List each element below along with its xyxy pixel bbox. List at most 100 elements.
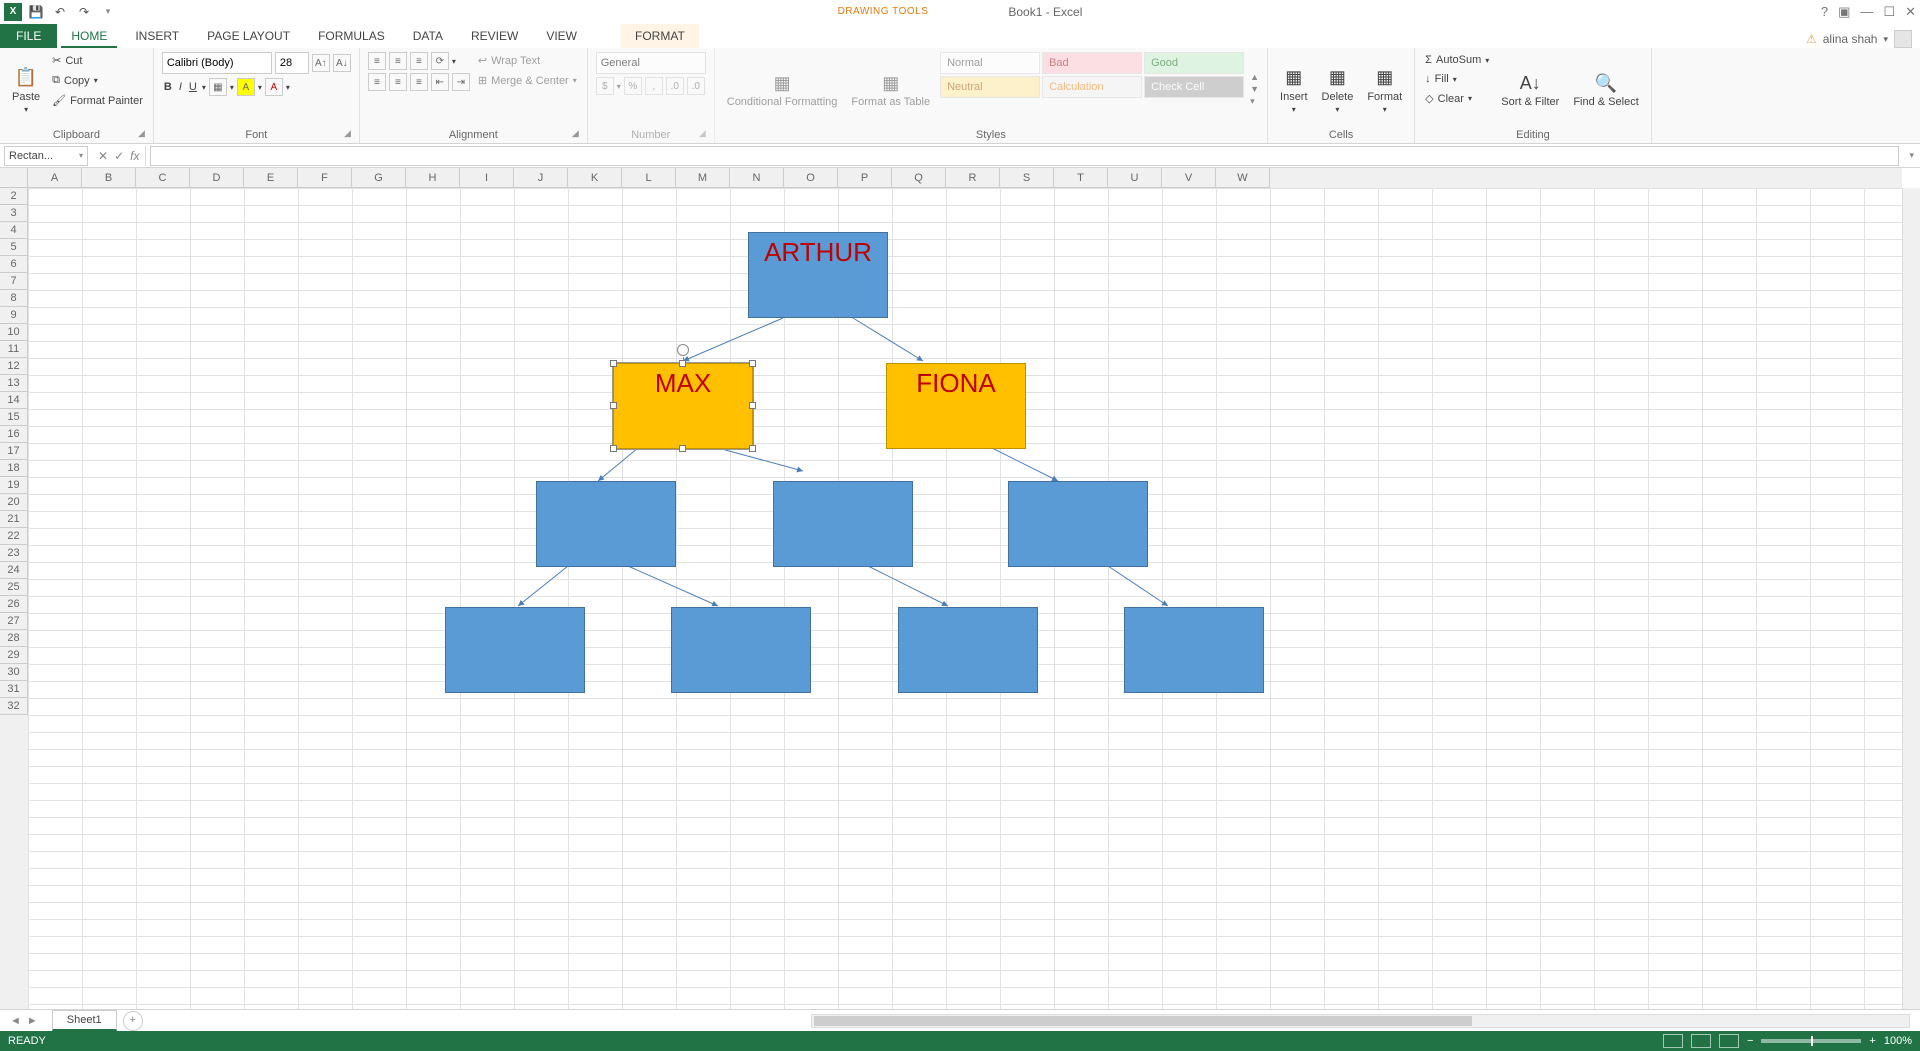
sheet-tab-sheet1[interactable]: Sheet1 xyxy=(52,1010,117,1031)
merge-center-button[interactable]: ⊞Merge & Center▾ xyxy=(476,72,579,89)
row-header-31[interactable]: 31 xyxy=(0,681,28,698)
shape-level3-2[interactable] xyxy=(671,607,811,693)
row-header-6[interactable]: 6 xyxy=(0,256,28,273)
col-header-T[interactable]: T xyxy=(1054,168,1108,188)
row-headers[interactable]: 2345678910111213141516171819202122232425… xyxy=(0,188,28,1009)
italic-button[interactable]: I xyxy=(177,79,184,95)
dialog-launcher-icon[interactable]: ◢ xyxy=(699,128,706,139)
align-bottom-button[interactable]: ≡ xyxy=(410,52,428,70)
row-header-11[interactable]: 11 xyxy=(0,341,28,358)
col-header-M[interactable]: M xyxy=(676,168,730,188)
col-header-F[interactable]: F xyxy=(298,168,352,188)
underline-button[interactable]: U xyxy=(187,79,199,95)
row-header-18[interactable]: 18 xyxy=(0,460,28,477)
row-header-29[interactable]: 29 xyxy=(0,647,28,664)
save-button[interactable]: 💾 xyxy=(26,2,46,22)
undo-button[interactable]: ↶ xyxy=(50,2,70,22)
grow-font-button[interactable]: A↑ xyxy=(312,54,330,72)
shape-level3-1[interactable] xyxy=(445,607,585,693)
qat-customize[interactable]: ▾ xyxy=(98,2,118,22)
orientation-button[interactable]: ⟳ xyxy=(431,52,449,70)
resize-handle-ne[interactable] xyxy=(749,360,756,367)
percent-button[interactable]: % xyxy=(624,77,642,95)
col-header-K[interactable]: K xyxy=(568,168,622,188)
style-check-cell[interactable]: Check Cell xyxy=(1144,76,1244,98)
cells-area[interactable]: ARTHUR MAX FIONA xyxy=(28,188,1902,1009)
shape-level2-3[interactable] xyxy=(1008,481,1148,567)
format-as-table-button[interactable]: ▦ Format as Table xyxy=(847,52,934,127)
tab-format[interactable]: FORMAT xyxy=(621,24,699,48)
delete-cells-button[interactable]: ▦Delete▾ xyxy=(1318,52,1358,127)
autosum-button[interactable]: ΣAutoSum▾ xyxy=(1423,52,1491,68)
fill-button[interactable]: ↓Fill▾ xyxy=(1423,71,1491,87)
fill-color-button[interactable]: A xyxy=(237,78,255,96)
row-header-30[interactable]: 30 xyxy=(0,664,28,681)
tab-formulas[interactable]: FORMULAS xyxy=(304,24,399,48)
wrap-text-button[interactable]: ↩Wrap Text xyxy=(476,52,579,69)
select-all-button[interactable] xyxy=(0,168,28,188)
sheet-nav-next[interactable]: ► xyxy=(27,1015,38,1027)
enter-formula-button[interactable]: ✓ xyxy=(114,149,124,163)
borders-button[interactable]: ▦ xyxy=(209,78,227,96)
style-bad[interactable]: Bad xyxy=(1042,52,1142,74)
dialog-launcher-icon[interactable]: ◢ xyxy=(138,128,145,139)
style-gallery-more[interactable]: ▾ xyxy=(1250,96,1259,107)
align-top-button[interactable]: ≡ xyxy=(368,52,386,70)
resize-handle-sw[interactable] xyxy=(610,445,617,452)
sheet-nav-prev[interactable]: ◄ xyxy=(10,1015,21,1027)
formula-input[interactable] xyxy=(150,146,1899,166)
close-button[interactable]: ✕ xyxy=(1905,4,1916,20)
col-header-C[interactable]: C xyxy=(136,168,190,188)
ribbon-display-button[interactable]: ▣ xyxy=(1838,4,1850,20)
insert-cells-button[interactable]: ▦Insert▾ xyxy=(1276,52,1312,127)
row-header-4[interactable]: 4 xyxy=(0,222,28,239)
increase-decimal-button[interactable]: .0 xyxy=(666,77,684,95)
tab-file[interactable]: FILE xyxy=(0,24,57,48)
expand-formula-bar[interactable]: ▾ xyxy=(1903,150,1920,161)
row-header-9[interactable]: 9 xyxy=(0,307,28,324)
rotation-handle[interactable] xyxy=(677,344,689,356)
conditional-formatting-button[interactable]: ▦ Conditional Formatting xyxy=(723,52,842,127)
font-color-button[interactable]: A xyxy=(265,78,283,96)
col-header-G[interactable]: G xyxy=(352,168,406,188)
zoom-in-button[interactable]: + xyxy=(1869,1035,1875,1047)
row-header-28[interactable]: 28 xyxy=(0,630,28,647)
hscroll-thumb[interactable] xyxy=(814,1016,1472,1026)
col-header-S[interactable]: S xyxy=(1000,168,1054,188)
col-header-P[interactable]: P xyxy=(838,168,892,188)
shape-arthur[interactable]: ARTHUR xyxy=(748,232,888,318)
style-neutral[interactable]: Neutral xyxy=(940,76,1040,98)
increase-indent-button[interactable]: ⇥ xyxy=(452,73,470,91)
format-cells-button[interactable]: ▦Format▾ xyxy=(1363,52,1406,127)
zoom-slider[interactable] xyxy=(1761,1039,1861,1043)
cut-button[interactable]: ✂Cut xyxy=(50,52,145,69)
tab-data[interactable]: DATA xyxy=(399,24,457,48)
resize-handle-n[interactable] xyxy=(679,360,686,367)
col-header-A[interactable]: A xyxy=(28,168,82,188)
row-header-16[interactable]: 16 xyxy=(0,426,28,443)
row-header-32[interactable]: 32 xyxy=(0,698,28,715)
row-header-22[interactable]: 22 xyxy=(0,528,28,545)
dialog-launcher-icon[interactable]: ◢ xyxy=(344,128,351,139)
row-header-8[interactable]: 8 xyxy=(0,290,28,307)
col-header-E[interactable]: E xyxy=(244,168,298,188)
resize-handle-nw[interactable] xyxy=(610,360,617,367)
align-right-button[interactable]: ≡ xyxy=(410,73,428,91)
col-header-V[interactable]: V xyxy=(1162,168,1216,188)
resize-handle-s[interactable] xyxy=(679,445,686,452)
shape-level3-3[interactable] xyxy=(898,607,1038,693)
row-header-17[interactable]: 17 xyxy=(0,443,28,460)
style-normal[interactable]: Normal xyxy=(940,52,1040,74)
row-header-26[interactable]: 26 xyxy=(0,596,28,613)
row-header-24[interactable]: 24 xyxy=(0,562,28,579)
column-headers[interactable]: ABCDEFGHIJKLMNOPQRSTUVW xyxy=(28,168,1902,188)
dialog-launcher-icon[interactable]: ◢ xyxy=(572,128,579,139)
format-painter-button[interactable]: 🖌Format Painter xyxy=(50,92,145,109)
cancel-formula-button[interactable]: ✕ xyxy=(98,149,108,163)
row-header-20[interactable]: 20 xyxy=(0,494,28,511)
horizontal-scrollbar[interactable] xyxy=(811,1014,1910,1028)
style-calculation[interactable]: Calculation xyxy=(1042,76,1142,98)
new-sheet-button[interactable]: + xyxy=(123,1011,143,1031)
comma-button[interactable]: , xyxy=(645,77,663,95)
shape-fiona[interactable]: FIONA xyxy=(886,363,1026,449)
